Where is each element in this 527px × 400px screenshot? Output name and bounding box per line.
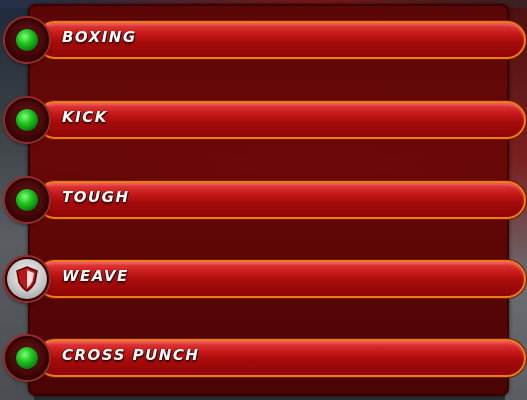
skill-label: BOXING	[62, 28, 137, 46]
skill-status-icon	[5, 178, 49, 222]
skill-item-cross-punch[interactable]: CROSS PUNCH	[0, 334, 527, 386]
skill-item-boxing[interactable]: BOXING	[0, 16, 527, 68]
skill-status-icon	[5, 257, 49, 301]
shield-icon	[16, 266, 38, 292]
skill-label: WEAVE	[62, 267, 129, 285]
skill-status-icon	[5, 336, 49, 380]
green-dot-icon	[16, 109, 38, 131]
green-dot-icon	[16, 189, 38, 211]
skill-status-icon	[5, 98, 49, 142]
skill-label: TOUGH	[62, 188, 130, 206]
skill-bar[interactable]	[36, 101, 526, 139]
skill-label: CROSS PUNCH	[62, 346, 200, 364]
skill-label: KICK	[62, 108, 108, 126]
skill-item-kick[interactable]: KICK	[0, 96, 527, 148]
skill-item-weave[interactable]: WEAVE	[0, 255, 527, 307]
shield-badge	[7, 259, 47, 299]
green-dot-icon	[16, 347, 38, 369]
skill-item-tough[interactable]: TOUGH	[0, 176, 527, 228]
skill-status-icon	[5, 18, 49, 62]
green-dot-icon	[16, 29, 38, 51]
